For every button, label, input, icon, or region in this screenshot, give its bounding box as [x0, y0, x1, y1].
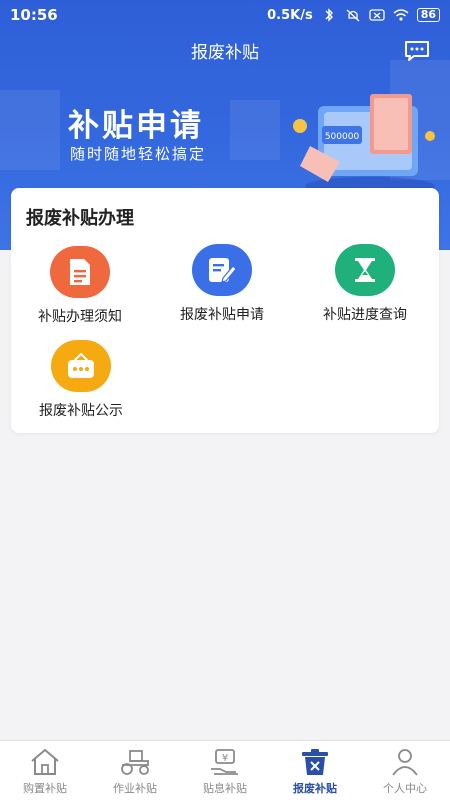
entry-label: 补贴进度查询 — [323, 307, 407, 323]
banner-title: 补贴申请 — [68, 108, 204, 144]
banner-subtitle: 随时随地轻松搞定 — [70, 145, 207, 163]
yen-hand-icon: ¥ — [211, 749, 238, 775]
page-title: 报废补贴 — [191, 43, 259, 63]
decor-cube — [230, 100, 280, 160]
document-icon — [50, 246, 110, 298]
battery-indicator: 86 — [416, 8, 440, 22]
entry-label: 报废补贴申请 — [180, 307, 264, 323]
nav-interest-subsidy[interactable]: ¥ 贴息补贴 — [180, 741, 270, 800]
bluetooth-icon — [325, 8, 333, 22]
nav-operation-subsidy[interactable]: 作业补贴 — [90, 741, 180, 800]
nav-label: 报废补贴 — [293, 782, 337, 795]
scrap-subsidy-card: 报废补贴办理 补贴办理须知 报废补贴申请 补贴进度查询 报废补贴公示 — [11, 188, 439, 433]
sim-off-icon — [369, 9, 385, 21]
card-title: 报废补贴办理 — [26, 208, 134, 229]
notice-board-icon — [51, 340, 111, 392]
message-icon[interactable] — [404, 40, 430, 62]
entry-label: 补贴办理须知 — [38, 309, 122, 325]
tractor-icon — [121, 750, 149, 775]
entry-label: 报废补贴公示 — [39, 403, 123, 419]
network-speed: 0.5K/s — [267, 7, 313, 23]
nav-personal-center[interactable]: 个人中心 — [360, 741, 450, 800]
bottom-nav: 购置补贴 作业补贴 ¥ 贴息补贴 报废补贴 个人中心 — [0, 740, 450, 800]
money-machine-illustration: 500000 — [293, 94, 435, 195]
nav-label: 购置补贴 — [23, 782, 67, 795]
status-time: 10:56 — [10, 6, 58, 24]
scrap-bin-icon — [302, 749, 328, 775]
mute-bell-icon — [346, 9, 360, 22]
yen-symbol: ¥ — [222, 753, 228, 764]
wifi-icon — [393, 9, 409, 21]
decor-cube — [0, 90, 60, 170]
home-icon — [31, 749, 59, 775]
nav-purchase-subsidy[interactable]: 购置补贴 — [0, 741, 90, 800]
nav-label: 作业补贴 — [113, 782, 157, 795]
status-bar: 10:56 0.5K/s 86 — [0, 0, 450, 30]
person-icon — [392, 749, 418, 776]
entry-progress-query[interactable]: 补贴进度查询 — [300, 244, 430, 324]
entry-scrap-announcement[interactable]: 报废补贴公示 — [16, 340, 146, 420]
edit-form-icon — [192, 244, 252, 296]
hourglass-icon — [335, 244, 395, 296]
nav-scrap-subsidy[interactable]: 报废补贴 — [270, 741, 360, 800]
machine-counter: 500000 — [325, 132, 360, 142]
entry-scrap-application[interactable]: 报废补贴申请 — [157, 244, 287, 324]
nav-label: 贴息补贴 — [203, 782, 247, 795]
nav-label: 个人中心 — [383, 782, 427, 795]
entry-subsidy-guide[interactable]: 补贴办理须知 — [15, 246, 145, 326]
